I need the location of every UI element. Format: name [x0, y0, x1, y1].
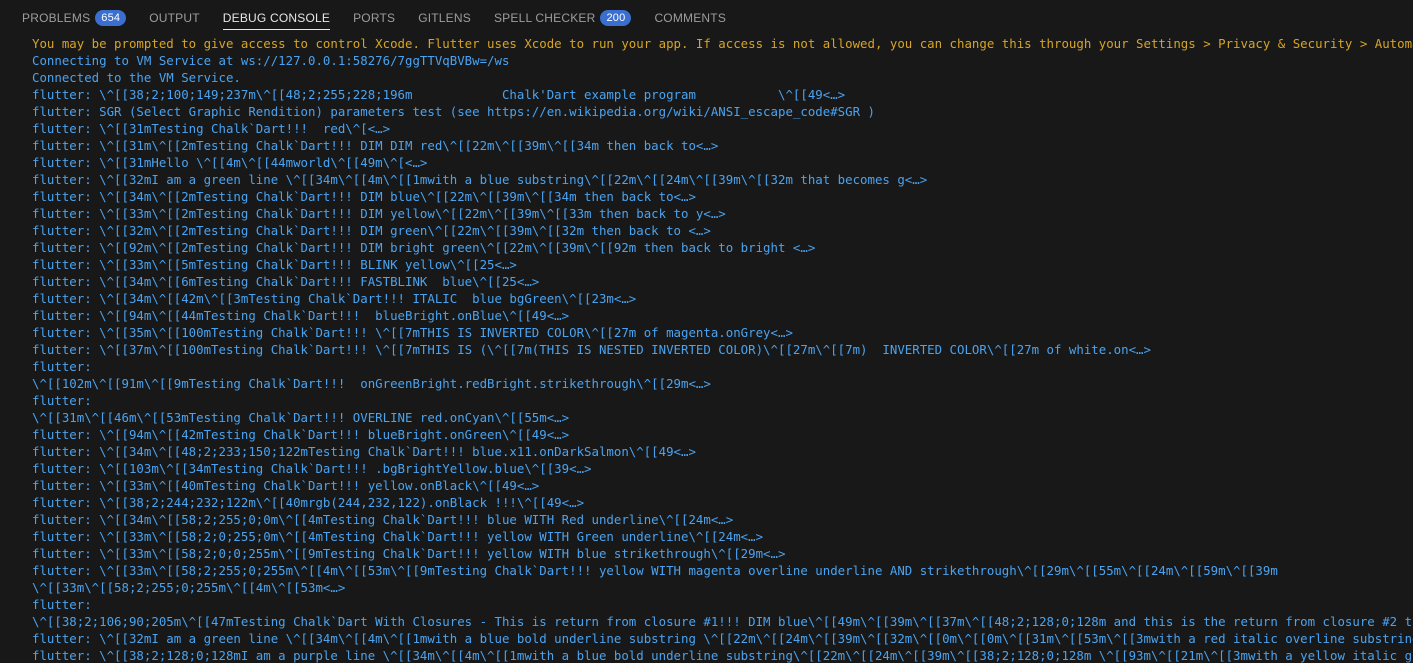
- console-line: \^[[102m\^[[91m\^[[9mTesting Chalk`Dart!…: [32, 376, 711, 391]
- tab-ports-label: PORTS: [353, 10, 396, 25]
- console-line: flutter: \^[[34m\^[[6mTesting Chalk`Dart…: [32, 274, 540, 289]
- tab-problems[interactable]: PROBLEMS 654: [22, 0, 127, 35]
- console-line: flutter: \^[[32m\^[[2mTesting Chalk`Dart…: [32, 223, 711, 238]
- console-line: flutter: \^[[34m\^[[48;2;233;150;122mTes…: [32, 444, 696, 459]
- console-line: flutter:: [32, 359, 92, 374]
- tab-comments-label: COMMENTS: [654, 10, 727, 25]
- tab-output[interactable]: OUTPUT: [149, 0, 200, 35]
- console-line: flutter: \^[[33m\^[[58;2;0;0;255m\^[[9mT…: [32, 546, 786, 561]
- console-line: flutter: \^[[31mTesting Chalk`Dart!!! re…: [32, 121, 391, 136]
- console-warning-line: You may be prompted to give access to co…: [32, 36, 1413, 51]
- console-line: flutter: \^[[32mI am a green line \^[[34…: [32, 172, 928, 187]
- console-line: flutter: \^[[31m\^[[2mTesting Chalk`Dart…: [32, 138, 719, 153]
- console-line: flutter: \^[[94m\^[[44mTesting Chalk`Dar…: [32, 308, 570, 323]
- console-line: \^[[38;2;106;90;205m\^[[47mTesting Chalk…: [32, 614, 1413, 629]
- console-line: flutter:: [32, 393, 92, 408]
- tab-gitlens-label: GITLENS: [418, 10, 471, 25]
- console-line: flutter: \^[[34m\^[[42m\^[[3mTesting Cha…: [32, 291, 637, 306]
- console-line: flutter: \^[[31mHello \^[[4m\^[[44mworld…: [32, 155, 428, 170]
- console-line: flutter: \^[[33m\^[[58;2;255;0;255m\^[[4…: [32, 563, 1278, 578]
- problems-count-badge: 654: [95, 9, 127, 26]
- tab-ports[interactable]: PORTS: [353, 0, 395, 35]
- console-line: Connected to the VM Service.: [32, 70, 241, 85]
- console-line: flutter: \^[[35m\^[[100mTesting Chalk`Da…: [32, 325, 793, 340]
- console-line: flutter:: [32, 597, 92, 612]
- console-line: flutter: \^[[33m\^[[5mTesting Chalk`Dart…: [32, 257, 517, 272]
- console-line: flutter: \^[[34m\^[[58;2;255;0;0m\^[[4mT…: [32, 512, 734, 527]
- tab-gitlens[interactable]: GITLENS: [418, 0, 471, 35]
- console-line: flutter: \^[[37m\^[[100mTesting Chalk`Da…: [32, 342, 1151, 357]
- console-line: flutter: \^[[34m\^[[2mTesting Chalk`Dart…: [32, 189, 696, 204]
- console-line: flutter: \^[[33m\^[[58;2;0;255;0m\^[[4mT…: [32, 529, 764, 544]
- console-line: Connecting to VM Service at ws://127.0.0…: [32, 53, 510, 68]
- console-line: \^[[31m\^[[46m\^[[53mTesting Chalk`Dart!…: [32, 410, 570, 425]
- tab-problems-label: PROBLEMS: [22, 10, 91, 25]
- console-line: \^[[33m\^[[58;2;255;0;255m\^[[4m\^[[53m<…: [32, 580, 346, 595]
- tab-spell-checker[interactable]: SPELL CHECKER 200: [493, 0, 632, 35]
- tab-spell-checker-label: SPELL CHECKER: [493, 10, 596, 25]
- console-line: flutter: \^[[33m\^[[2mTesting Chalk`Dart…: [32, 206, 726, 221]
- tab-debug-console-label: DEBUG CONSOLE: [222, 10, 331, 25]
- spell-checker-count-badge: 200: [600, 9, 632, 26]
- panel-tab-bar: PROBLEMS 654 OUTPUT DEBUG CONSOLE PORTS …: [0, 0, 1413, 35]
- debug-console-output[interactable]: You may be prompted to give access to co…: [0, 35, 1413, 663]
- tab-comments[interactable]: COMMENTS: [654, 0, 726, 35]
- tab-debug-console[interactable]: DEBUG CONSOLE: [222, 0, 331, 35]
- console-line: flutter: \^[[38;2;244;232;122m\^[[40mrgb…: [32, 495, 585, 510]
- console-line: flutter: \^[[38;2;100;149;237m\^[[48;2;2…: [32, 87, 846, 102]
- tab-output-label: OUTPUT: [149, 10, 200, 25]
- console-line: flutter: \^[[103m\^[[34mTesting Chalk`Da…: [32, 461, 592, 476]
- console-line: flutter: SGR (Select Graphic Rendition) …: [32, 104, 875, 119]
- console-line: flutter: \^[[32mI am a green line \^[[34…: [32, 631, 1413, 646]
- console-line: flutter: \^[[92m\^[[2mTesting Chalk`Dart…: [32, 240, 816, 255]
- console-line: flutter: \^[[33m\^[[40mTesting Chalk`Dar…: [32, 478, 540, 493]
- console-line: flutter: \^[[38;2;128;0;128mI am a purpl…: [32, 648, 1413, 663]
- console-line: flutter: \^[[94m\^[[42mTesting Chalk`Dar…: [32, 427, 570, 442]
